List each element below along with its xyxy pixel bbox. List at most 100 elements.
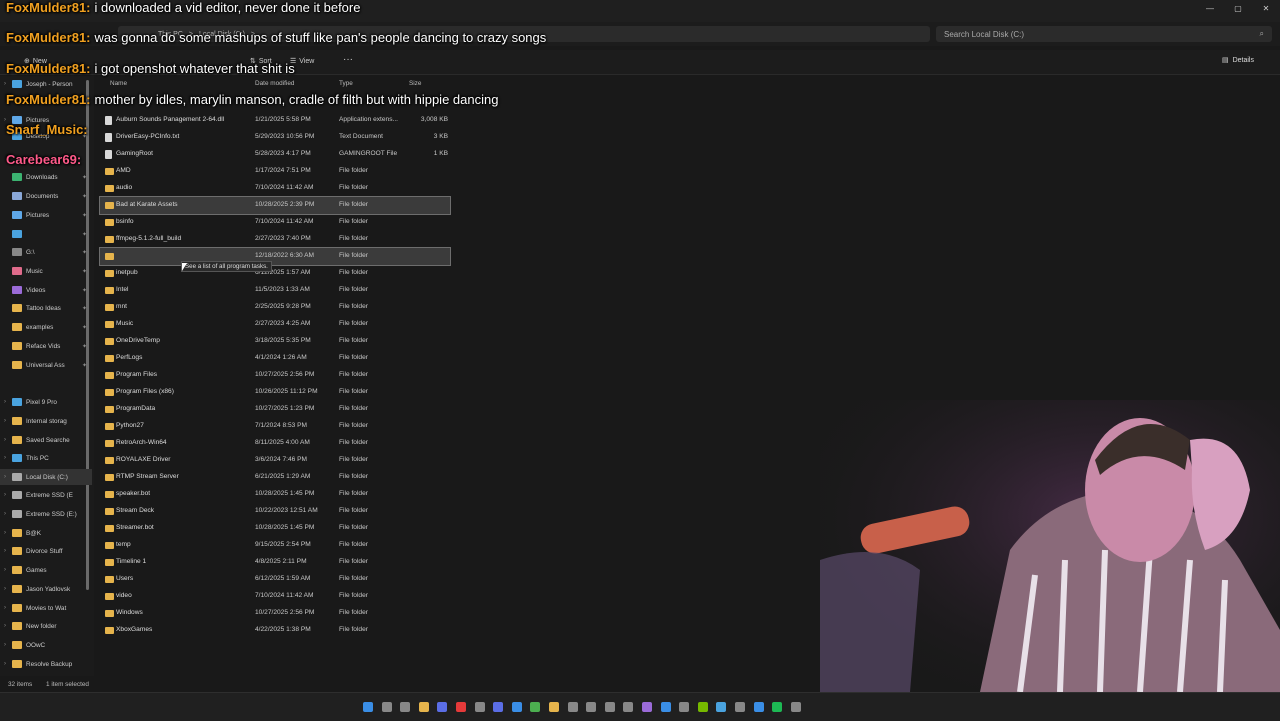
file-row[interactable]: audio 7/10/2024 11:42 AM File folder — [100, 180, 450, 197]
details-button[interactable]: ▤ Details — [1222, 56, 1254, 65]
sidebar-item[interactable]: › Movies to Wat — [0, 600, 92, 616]
sidebar-item[interactable]: › New folder — [0, 618, 92, 634]
file-row[interactable]: PerfLogs 4/1/2024 1:26 AM File folder — [100, 350, 450, 367]
file-row[interactable]: inetpub 6/12/2025 1:57 AM File folder — [100, 265, 450, 282]
taskbar-app-icon[interactable] — [753, 702, 764, 712]
file-row[interactable]: ffmpeg-5.1.2-full_build 2/27/2023 7:40 PM… — [100, 231, 450, 248]
sidebar-item[interactable]: Reface Vids ✦ — [0, 338, 92, 354]
taskbar-app-icon[interactable] — [772, 702, 783, 712]
file-row[interactable]: RetroArch-Win64 8/11/2025 4:00 AM File fol… — [100, 435, 450, 452]
chevron-right-icon[interactable]: › — [0, 492, 10, 498]
taskbar-app-icon[interactable] — [642, 702, 652, 712]
sidebar-item[interactable]: › Games — [0, 562, 92, 578]
file-row[interactable]: OneDriveTemp 3/18/2025 5:35 PM File folder — [100, 333, 450, 350]
minimize-icon[interactable]: — — [1196, 0, 1224, 18]
taskbar-app-icon[interactable] — [418, 702, 429, 712]
column-header-size[interactable]: Size — [409, 80, 421, 87]
file-row[interactable]: mnt 2/25/2025 9:28 PM File folder — [100, 299, 450, 316]
taskbar-app-icon[interactable] — [474, 702, 485, 712]
file-row[interactable]: XboxGames 4/22/2025 1:38 PM File folder — [100, 622, 450, 639]
taskbar-app-icon[interactable] — [400, 702, 411, 712]
sidebar-item[interactable]: › Jason Yadlovsk — [0, 581, 92, 597]
taskbar-app-icon[interactable] — [586, 702, 597, 712]
chevron-right-icon[interactable]: › — [0, 511, 10, 517]
more-options-button[interactable]: ··· — [343, 54, 353, 65]
sidebar-item[interactable]: ✦ — [0, 226, 92, 242]
file-row[interactable]: DriverEasy-PCInfo.txt 5/29/2023 10:56 PM T… — [100, 129, 450, 146]
file-row[interactable]: RTMP Stream Server 6/21/2025 1:29 AM File … — [100, 469, 450, 486]
column-header-date[interactable]: Date modified — [255, 80, 294, 87]
sidebar-item[interactable]: › Pixel 9 Pro — [0, 394, 92, 410]
chevron-right-icon[interactable]: › — [0, 399, 10, 405]
sidebar-item[interactable]: Pictures ✦ — [0, 207, 92, 223]
taskbar-app-icon[interactable] — [623, 702, 634, 712]
chevron-right-icon[interactable]: › — [0, 623, 10, 629]
file-row[interactable]: Windows 10/27/2025 2:56 PM File folder — [100, 605, 450, 622]
sidebar-item[interactable]: Downloads ✦ — [0, 169, 92, 185]
taskbar-app-icon[interactable] — [549, 702, 559, 712]
file-row[interactable]: ProgramData 10/27/2025 1:23 PM File folder — [100, 401, 450, 418]
file-row[interactable]: 12/18/2022 6:30 AM File folder — [99, 247, 451, 266]
file-row[interactable]: Timeline 1 4/8/2025 2:11 PM File folder — [100, 554, 450, 571]
taskbar-app-icon[interactable] — [660, 702, 671, 712]
file-row[interactable]: Python27 7/1/2024 8:53 PM File folder — [100, 418, 450, 435]
taskbar-app-icon[interactable] — [679, 702, 690, 712]
taskbar-app-icon[interactable] — [511, 702, 522, 712]
sidebar-item[interactable]: › Extreme SSD (E — [0, 487, 92, 503]
sidebar-item[interactable]: › Internal storag — [0, 413, 92, 429]
taskbar-app-icon[interactable] — [790, 702, 801, 712]
file-row[interactable]: AMD 1/17/2024 7:51 PM File folder — [100, 163, 450, 180]
sidebar-item[interactable]: Videos ✦ — [0, 282, 92, 298]
file-row[interactable]: Program Files 10/27/2025 2:56 PM File fold… — [100, 367, 450, 384]
file-row[interactable]: Users 6/12/2025 1:59 AM File folder — [100, 571, 450, 588]
taskbar-app-icon[interactable] — [363, 702, 373, 712]
chevron-right-icon[interactable]: › — [0, 530, 10, 536]
sidebar-item[interactable]: G:\ ✦ — [0, 244, 92, 260]
chevron-right-icon[interactable]: › — [0, 548, 10, 554]
sidebar-item[interactable]: › OOwC — [0, 637, 92, 653]
taskbar-app-icon[interactable] — [697, 702, 708, 712]
taskbar-app-icon[interactable] — [567, 702, 578, 712]
chevron-right-icon[interactable]: › — [0, 661, 10, 667]
sidebar-item[interactable]: Tattoo Ideas ✦ — [0, 300, 92, 316]
maximize-icon[interactable]: ▢ — [1224, 0, 1252, 18]
taskbar-app-icon[interactable] — [456, 702, 466, 712]
sidebar-item[interactable]: › Resolve Backup — [0, 656, 92, 672]
file-row[interactable]: temp 9/15/2025 2:54 PM File folder — [100, 537, 450, 554]
chevron-right-icon[interactable]: › — [0, 642, 10, 648]
chevron-right-icon[interactable]: › — [0, 81, 10, 87]
chevron-right-icon[interactable]: › — [0, 455, 10, 461]
taskbar-app-icon[interactable] — [735, 702, 745, 712]
taskbar-app-icon[interactable] — [493, 702, 504, 712]
sidebar-item[interactable]: Documents ✦ — [0, 188, 92, 204]
sidebar-item[interactable]: › This PC — [0, 450, 92, 466]
column-header-name[interactable]: Name — [110, 80, 127, 87]
chevron-right-icon[interactable]: › — [0, 605, 10, 611]
sidebar-item[interactable]: › Joseph - Person — [0, 76, 92, 92]
sidebar-item[interactable]: › Extreme SSD (E:) — [0, 506, 92, 522]
taskbar-app-icon[interactable] — [530, 702, 541, 712]
file-row[interactable]: ROYALAXE Driver 3/6/2024 7:46 PM File fold… — [100, 452, 450, 469]
file-row[interactable]: Streamer.bot 10/28/2025 1:45 PM File folde… — [100, 520, 450, 537]
file-row[interactable]: Program Files (x86) 10/26/2025 11:12 PM Fi… — [100, 384, 450, 401]
chevron-right-icon[interactable]: › — [0, 567, 10, 573]
taskbar-app-icon[interactable] — [716, 702, 727, 712]
sidebar-item[interactable]: › Saved Searche — [0, 432, 92, 448]
close-icon[interactable]: ✕ — [1252, 0, 1280, 18]
chevron-right-icon[interactable]: › — [0, 418, 10, 424]
sidebar-item[interactable]: › Local Disk (C:) — [0, 469, 92, 485]
file-row[interactable]: speaker.bot 10/28/2025 1:45 PM File folder — [100, 486, 450, 503]
taskbar-app-icon[interactable] — [437, 702, 448, 712]
file-row[interactable]: Intel 11/5/2023 1:33 AM File folder — [100, 282, 450, 299]
sidebar-item[interactable]: Universal Ass ✦ — [0, 357, 92, 373]
file-row[interactable]: Music 2/27/2023 4:25 AM File folder — [100, 316, 450, 333]
column-header-type[interactable]: Type — [339, 80, 353, 87]
sidebar-item[interactable]: Music ✦ — [0, 263, 92, 279]
sidebar-item[interactable]: › Divorce Stuff — [0, 543, 92, 559]
taskbar-app-icon[interactable] — [381, 702, 392, 712]
search-input[interactable]: Search Local Disk (C:) ⌕ — [936, 26, 1272, 42]
file-row[interactable]: GamingRoot 5/28/2023 4:17 PM GAMINGROOT Fi… — [100, 146, 450, 163]
chevron-right-icon[interactable]: › — [0, 474, 10, 480]
chevron-right-icon[interactable]: › — [0, 586, 10, 592]
sidebar-item[interactable]: › B@K — [0, 525, 92, 541]
